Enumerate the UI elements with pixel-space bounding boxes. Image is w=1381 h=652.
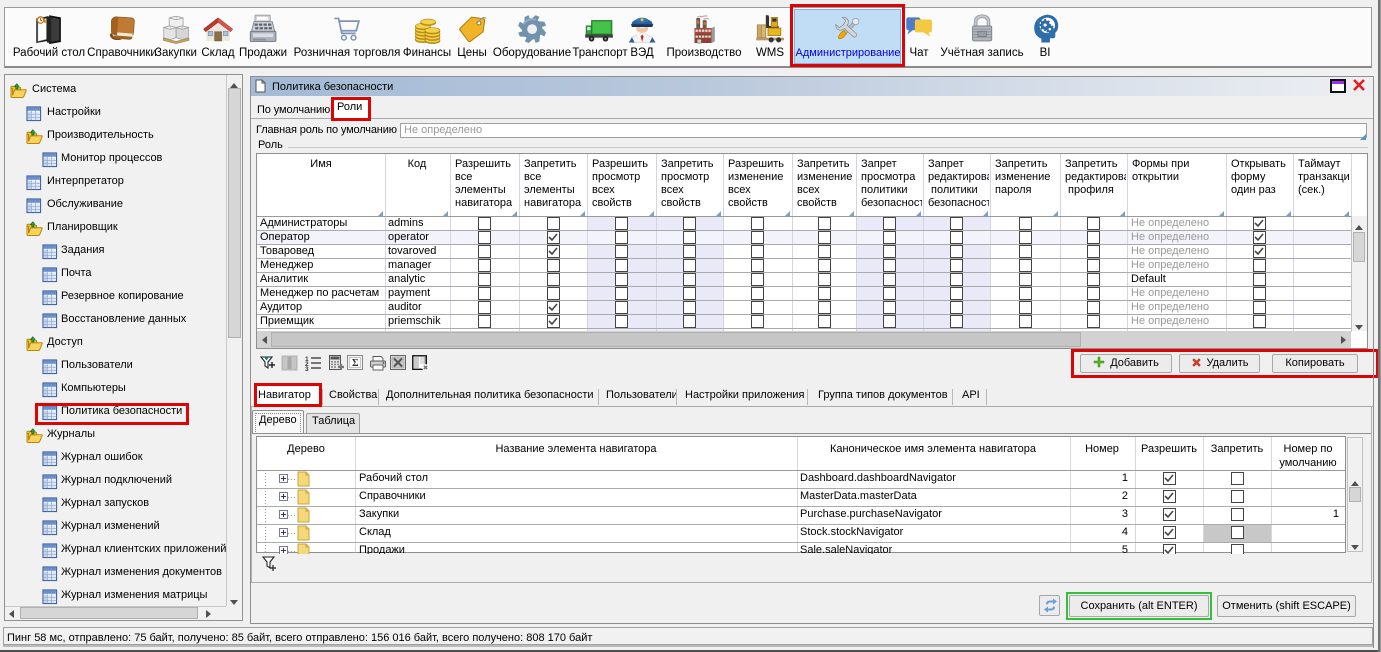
- svg-text:Σ: Σ: [352, 358, 359, 369]
- svg-text:3: 3: [305, 366, 309, 371]
